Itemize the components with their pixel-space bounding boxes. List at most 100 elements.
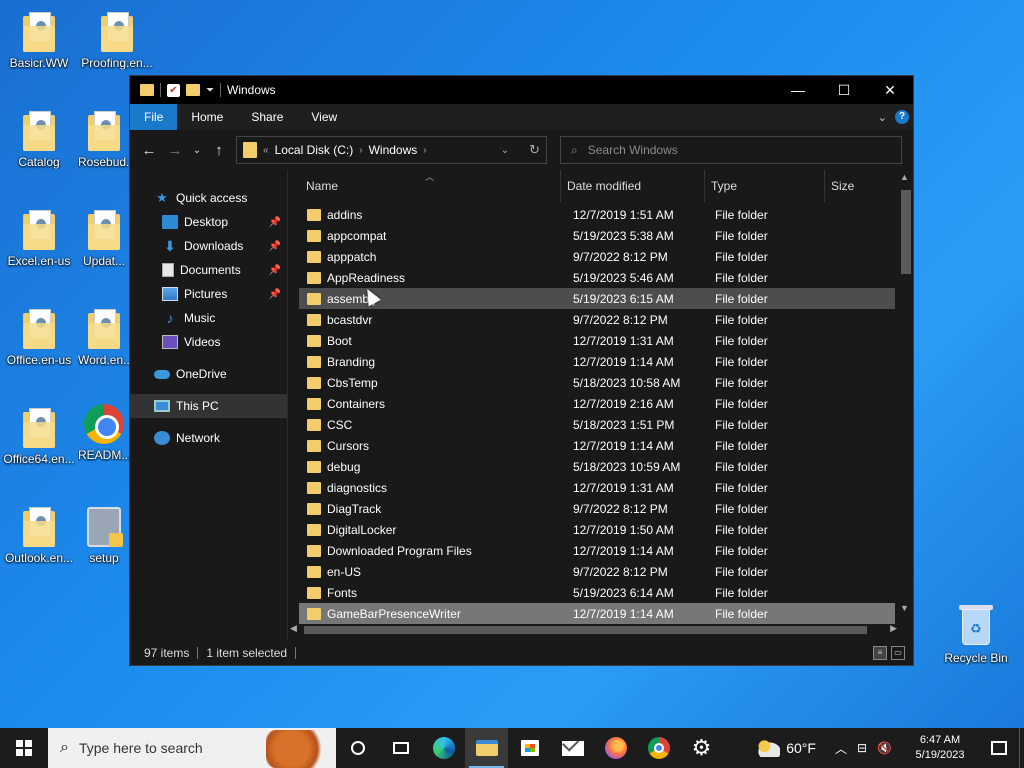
desktop-icon-rosebud[interactable]: Rosebud... xyxy=(78,111,130,169)
help-icon[interactable]: ? xyxy=(895,110,909,124)
file-row[interactable]: addins 12/7/2019 1:51 AM File folder xyxy=(299,204,895,225)
scroll-down-icon[interactable]: ▼ xyxy=(900,603,909,613)
weather-icon[interactable] xyxy=(754,739,781,757)
taskbar-search[interactable]: ⌕ xyxy=(48,728,336,768)
desktop-icon-update[interactable]: Updat... xyxy=(78,210,130,268)
action-center-button[interactable] xyxy=(979,741,1019,755)
file-row[interactable]: appcompat 5/19/2023 5:38 AM File folder xyxy=(299,225,895,246)
tab-home[interactable]: Home xyxy=(177,104,237,130)
desktop-icon-readme[interactable]: READM... xyxy=(78,404,130,462)
large-icons-view-button[interactable]: ▭ xyxy=(891,646,905,660)
desktop-icon-catalog[interactable]: Catalog xyxy=(0,111,78,169)
customize-toolbar-icon[interactable]: ⏷ xyxy=(206,85,214,96)
taskbar-mail[interactable] xyxy=(551,728,594,768)
recent-locations-button[interactable]: ⌄ xyxy=(188,145,206,156)
file-row[interactable]: en-US 9/7/2022 8:12 PM File folder xyxy=(299,561,895,582)
chevron-up-icon[interactable]: ︿ xyxy=(835,740,847,757)
expand-ribbon-icon[interactable]: ⌄ xyxy=(878,111,887,124)
new-folder-icon[interactable] xyxy=(186,84,200,96)
file-row[interactable]: Fonts 5/19/2023 6:14 AM File folder xyxy=(299,582,895,603)
file-row[interactable]: debug 5/18/2023 10:59 AM File folder xyxy=(299,456,895,477)
volume-muted-icon[interactable]: 🔇 xyxy=(877,741,892,755)
nav-item-network[interactable]: Network xyxy=(130,426,287,450)
chevron-right-icon[interactable]: › xyxy=(423,145,426,156)
minimize-button[interactable]: — xyxy=(775,76,821,104)
file-row[interactable]: Cursors 12/7/2019 1:14 AM File folder xyxy=(299,435,895,456)
maximize-button[interactable]: ☐ xyxy=(821,76,867,104)
tab-file[interactable]: File xyxy=(130,104,178,130)
file-row[interactable]: diagnostics 12/7/2019 1:31 AM File folder xyxy=(299,477,895,498)
file-row[interactable]: assembly 5/19/2023 6:15 AM File folder xyxy=(299,288,895,309)
network-icon[interactable]: ⊟ xyxy=(857,741,867,755)
chevron-right-icon[interactable]: › xyxy=(359,145,362,156)
properties-icon[interactable]: ✔ xyxy=(167,83,180,97)
desktop-icon-office[interactable]: Office.en-us xyxy=(0,309,78,367)
taskbar-file-explorer[interactable] xyxy=(465,728,508,768)
close-button[interactable]: ✕ xyxy=(867,76,913,104)
column-header-size[interactable]: Size xyxy=(825,170,895,202)
pin-icon[interactable]: 📌 xyxy=(269,241,281,252)
start-button[interactable] xyxy=(0,728,48,768)
weather-temperature[interactable]: 60°F xyxy=(786,740,816,756)
file-row[interactable]: apppatch 9/7/2022 8:12 PM File folder xyxy=(299,246,895,267)
show-desktop-button[interactable] xyxy=(1019,728,1024,768)
desktop-icon-word[interactable]: Word.en... xyxy=(78,309,130,367)
file-row[interactable]: Boot 12/7/2019 1:31 AM File folder xyxy=(299,330,895,351)
nav-item-this-pc[interactable]: This PC xyxy=(130,394,287,418)
details-view-button[interactable]: ≡ xyxy=(873,646,887,660)
breadcrumb-local-disk[interactable]: Local Disk (C:) xyxy=(275,143,354,157)
overflow-breadcrumb[interactable]: « xyxy=(263,145,269,156)
taskbar-settings[interactable]: ⚙ xyxy=(680,728,723,768)
cortana-button[interactable] xyxy=(336,728,379,768)
file-row[interactable]: Downloaded Program Files 12/7/2019 1:14 A… xyxy=(299,540,895,561)
scroll-up-icon[interactable]: ▲ xyxy=(900,172,909,182)
tab-view[interactable]: View xyxy=(297,104,351,130)
file-row[interactable]: DiagTrack 9/7/2022 8:12 PM File folder xyxy=(299,498,895,519)
nav-item-quick-access[interactable]: ★ Quick access xyxy=(130,186,287,210)
file-row[interactable]: AppReadiness 5/19/2023 5:46 AM File folder xyxy=(299,267,895,288)
nav-item-downloads[interactable]: ⬇ Downloads 📌 xyxy=(130,234,287,258)
nav-item-documents[interactable]: Documents 📌 xyxy=(130,258,287,282)
taskbar-search-input[interactable] xyxy=(78,740,249,756)
nav-item-desktop[interactable]: Desktop 📌 xyxy=(130,210,287,234)
title-bar[interactable]: ✔ ⏷ Windows — ☐ ✕ xyxy=(130,76,913,104)
nav-item-onedrive[interactable]: OneDrive xyxy=(130,362,287,386)
taskbar-chrome[interactable] xyxy=(637,728,680,768)
address-bar[interactable]: « Local Disk (C:) › Windows › ⌄ ↻ xyxy=(236,136,547,164)
desktop-icon-basicr[interactable]: Basicr.WW xyxy=(0,12,78,70)
column-header-type[interactable]: Type xyxy=(705,170,825,202)
desktop-icon-office64[interactable]: Office64.en... xyxy=(0,408,78,466)
forward-button[interactable]: → xyxy=(162,142,188,159)
taskbar-store[interactable] xyxy=(508,728,551,768)
search-input[interactable] xyxy=(587,143,878,157)
scroll-left-icon[interactable]: ◀ xyxy=(290,623,297,634)
desktop-icon-excel[interactable]: Excel.en-us xyxy=(0,210,78,268)
refresh-icon[interactable]: ↻ xyxy=(529,142,540,158)
up-button[interactable]: ↑ xyxy=(206,142,232,159)
breadcrumb-windows[interactable]: Windows xyxy=(369,143,418,157)
back-button[interactable]: ← xyxy=(136,142,162,159)
desktop-icon-recycle-bin[interactable]: ♻ Recycle Bin xyxy=(936,603,1016,665)
column-header-date[interactable]: Date modified xyxy=(561,170,705,202)
taskbar-edge[interactable] xyxy=(422,728,465,768)
pin-icon[interactable]: 📌 xyxy=(269,217,281,228)
vertical-scrollbar[interactable]: ▲ ▼ xyxy=(899,172,911,613)
task-view-button[interactable] xyxy=(379,728,422,768)
search-box[interactable]: ⌕ xyxy=(560,136,902,164)
scroll-thumb[interactable] xyxy=(304,626,867,634)
search-highlight-image[interactable] xyxy=(266,730,330,768)
file-row[interactable]: Branding 12/7/2019 1:14 AM File folder xyxy=(299,351,895,372)
file-row[interactable]: DigitalLocker 12/7/2019 1:50 AM File folde… xyxy=(299,519,895,540)
file-row[interactable]: CbsTemp 5/18/2023 10:58 AM File folder xyxy=(299,372,895,393)
file-row[interactable]: bcastdvr 9/7/2022 8:12 PM File folder xyxy=(299,309,895,330)
nav-item-pictures[interactable]: Pictures 📌 xyxy=(130,282,287,306)
file-row[interactable]: CSC 5/18/2023 1:51 PM File folder xyxy=(299,414,895,435)
pin-icon[interactable]: 📌 xyxy=(269,265,281,276)
address-dropdown-icon[interactable]: ⌄ xyxy=(501,145,509,156)
horizontal-scrollbar[interactable]: ◀ ▶ xyxy=(290,623,897,637)
clock[interactable]: 6:47 AM 5/19/2023 xyxy=(901,733,979,763)
desktop-icon-outlook[interactable]: Outlook.en... xyxy=(0,507,78,565)
file-row[interactable]: Containers 12/7/2019 2:16 AM File folder xyxy=(299,393,895,414)
file-row[interactable]: GameBarPresenceWriter 12/7/2019 1:14 AM Fi… xyxy=(299,603,895,624)
desktop-icon-proofing[interactable]: Proofing.en... xyxy=(78,12,156,70)
